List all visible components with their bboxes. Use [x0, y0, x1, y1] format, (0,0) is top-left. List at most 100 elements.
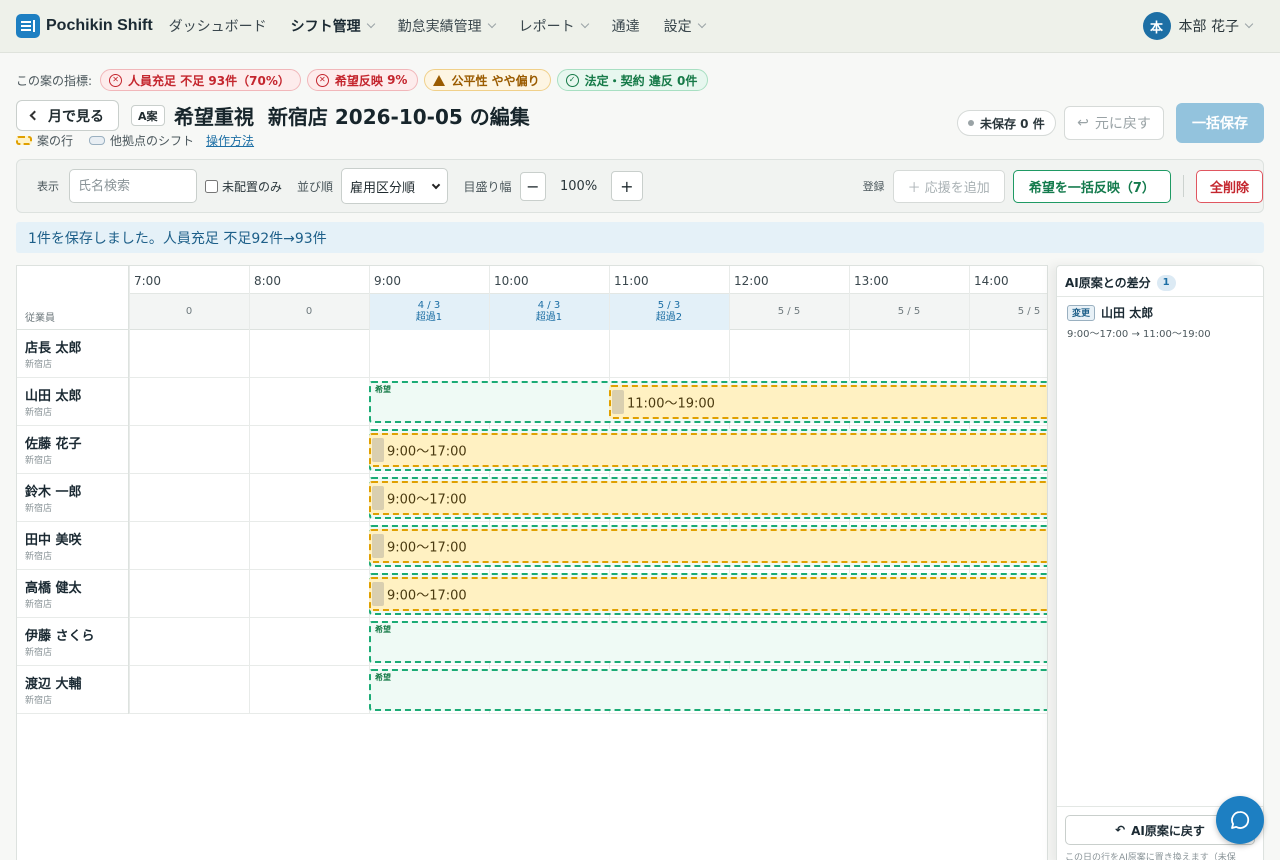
drag-handle[interactable]	[372, 534, 384, 558]
chevron-down-icon	[1244, 19, 1254, 29]
employee-cell[interactable]: 伊藤 さくら 新宿店	[17, 618, 129, 666]
shift-block[interactable]: 9:00〜17:00	[369, 481, 1047, 515]
employee-cell[interactable]: 高橋 健太 新宿店	[17, 570, 129, 618]
revert-note: この日の行をAI原案に置き換えます（未保	[1065, 853, 1236, 860]
drag-handle[interactable]	[612, 390, 624, 414]
wish-block[interactable]: 希望	[369, 669, 1047, 711]
employee-row: 高橋 健太 新宿店 9:00〜17:00	[17, 570, 1047, 618]
drag-handle[interactable]	[372, 582, 384, 606]
count-ratio: 5 / 3	[657, 300, 681, 311]
staffing-count-row: 004 / 3 超過1 4 / 3 超過1 5 / 3 超過2 5 / 55 / 55 / …	[129, 294, 1047, 330]
employee-store: 新宿店	[25, 696, 53, 706]
drag-handle[interactable]	[372, 486, 384, 510]
unsaved-count: 未保存 0 件	[980, 116, 1045, 131]
employee-cell[interactable]: 鈴木 一郎 新宿店	[17, 474, 129, 522]
count-note: 超過1	[415, 312, 443, 323]
time-label: 12:00	[734, 274, 769, 288]
shift-block[interactable]: 11:00〜19:00	[609, 385, 1047, 419]
plan-tag: A案	[131, 105, 165, 126]
shift-time: 9:00〜17:00	[387, 540, 467, 556]
sort-select[interactable]: 雇用区分順	[341, 168, 448, 204]
employee-row: 渡辺 大輔 新宿店 希望	[17, 666, 1047, 714]
zoom-out-button[interactable]: −	[519, 171, 547, 201]
shift-time: 9:00〜17:00	[387, 444, 467, 460]
app-logo[interactable]: Pochikin Shift	[16, 14, 153, 38]
drag-handle[interactable]	[372, 438, 384, 462]
count-ratio: 0	[185, 306, 193, 317]
shift-block[interactable]: 9:00〜17:00	[369, 433, 1047, 467]
staffing-name: 人員充足	[128, 73, 177, 88]
ai-diff-panel: AI原案との差分 1 変更 山田 太郎 9:00〜17:00 → 11:00〜1…	[1056, 265, 1264, 860]
staffing-count: 0	[129, 294, 249, 330]
nav-item[interactable]: 設定	[664, 16, 706, 36]
employee-cell[interactable]: 田中 美咲 新宿店	[17, 522, 129, 570]
shift-timeline: 従業員 7:00 8:00 9:00 10:00 11:00 12:00 13:00 14:0…	[16, 265, 1048, 860]
count-ratio: 4 / 3	[537, 300, 561, 311]
zoom-in-button[interactable]: +	[611, 171, 643, 201]
other-store-swatch	[89, 136, 106, 145]
wishes-value: 9%	[387, 73, 408, 87]
employee-cell[interactable]: 渡辺 大輔 新宿店	[17, 666, 129, 714]
count-ratio: 0	[305, 306, 313, 317]
fairness-badge: 公平性 やや偏り	[424, 69, 551, 91]
employee-store: 新宿店	[25, 408, 53, 418]
nav-item[interactable]: ダッシュボード	[169, 16, 267, 36]
employee-cell[interactable]: 山田 太郎 新宿店	[17, 378, 129, 426]
unassigned-only-toggle[interactable]: 未配置のみ	[205, 178, 282, 195]
staffing-count: 5 / 5	[729, 294, 849, 330]
nav-item[interactable]: シフト管理	[291, 16, 375, 36]
avatar: 本	[1142, 12, 1171, 40]
time-label: 10:00	[494, 274, 529, 288]
chevron-down-icon	[697, 19, 706, 29]
panel-title: AI原案との差分 1	[1065, 274, 1176, 291]
nav-item[interactable]: 勤怠実績管理	[398, 16, 496, 36]
toolbar: 表示 未配置のみ 並び順 雇用区分順 目盛り幅 − 100% + 登録 ＋ 応援…	[16, 159, 1264, 213]
help-link[interactable]: 操作方法	[206, 132, 254, 149]
shift-block[interactable]: 9:00〜17:00	[369, 577, 1047, 611]
count-note: 超過1	[535, 312, 563, 323]
wish-block[interactable]: 希望	[369, 621, 1047, 663]
diff-item[interactable]: 変更 山田 太郎 9:00〜17:00 → 11:00〜19:00	[1067, 304, 1211, 340]
own-row-swatch	[16, 136, 32, 145]
user-menu[interactable]: 本 本部 花子	[1142, 12, 1254, 40]
time-label: 9:00	[374, 274, 401, 288]
save-all-button[interactable]: 一括保存	[1176, 103, 1264, 143]
unsaved-badge: 未保存 0 件	[957, 110, 1056, 136]
unassigned-only-checkbox[interactable]	[205, 179, 218, 193]
toolbar-divider	[1183, 175, 1185, 197]
back-to-month-button[interactable]: 月で見る	[16, 100, 119, 131]
app-name: Pochikin Shift	[46, 17, 153, 34]
staffing-count: 4 / 3 超過1	[489, 294, 609, 330]
time-label: 14:00	[974, 274, 1009, 288]
shift-time: 9:00〜17:00	[387, 588, 467, 604]
check-circle-icon: ✓	[565, 73, 579, 87]
employee-cell[interactable]: 店長 太郎 新宿店	[17, 330, 129, 378]
employee-cell[interactable]: 佐藤 花子 新宿店	[17, 426, 129, 474]
nav-item[interactable]: レポート	[519, 16, 589, 36]
plan-metrics: この案の指標: ✕ 人員充足 不足 93件（70%） ✕ 希望反映 9% 公平性…	[16, 69, 714, 91]
page-title: 希望重視 新宿店 2026-10-05 の編集	[174, 105, 530, 129]
diff-count-badge: 1	[1156, 274, 1176, 291]
apply-wishes-button[interactable]: 希望を一括反映（7）	[1012, 169, 1172, 203]
shift-block[interactable]: 9:00〜17:00	[369, 529, 1047, 563]
undo-button[interactable]: ↩ 元に戻す	[1064, 106, 1164, 140]
chat-bubble-icon	[1231, 811, 1250, 829]
nav-item[interactable]: 通達	[612, 16, 640, 36]
delete-all-button[interactable]: 全削除	[1196, 169, 1263, 203]
employee-row: 佐藤 花子 新宿店 9:00〜17:00	[17, 426, 1047, 474]
count-ratio: 4 / 3	[417, 300, 441, 311]
count-ratio: 5 / 5	[777, 306, 801, 317]
employee-column-header: 従業員	[17, 266, 129, 330]
undo-icon: ↩	[1077, 115, 1089, 131]
chat-button[interactable]	[1216, 796, 1264, 844]
unassigned-label: 未配置のみ	[222, 179, 283, 194]
employee-name: 鈴木 一郎	[25, 485, 82, 500]
wish-label: 希望	[375, 673, 391, 682]
add-support-button[interactable]: ＋ 応援を追加	[892, 169, 1005, 203]
display-label: 表示	[37, 180, 59, 193]
name-search-input[interactable]	[69, 169, 197, 203]
fairness-name: 公平性	[451, 73, 488, 88]
time-label: 13:00	[854, 274, 889, 288]
employee-row: 店長 太郎 新宿店	[17, 330, 1047, 378]
shift-time: 9:00〜17:00	[387, 492, 467, 508]
